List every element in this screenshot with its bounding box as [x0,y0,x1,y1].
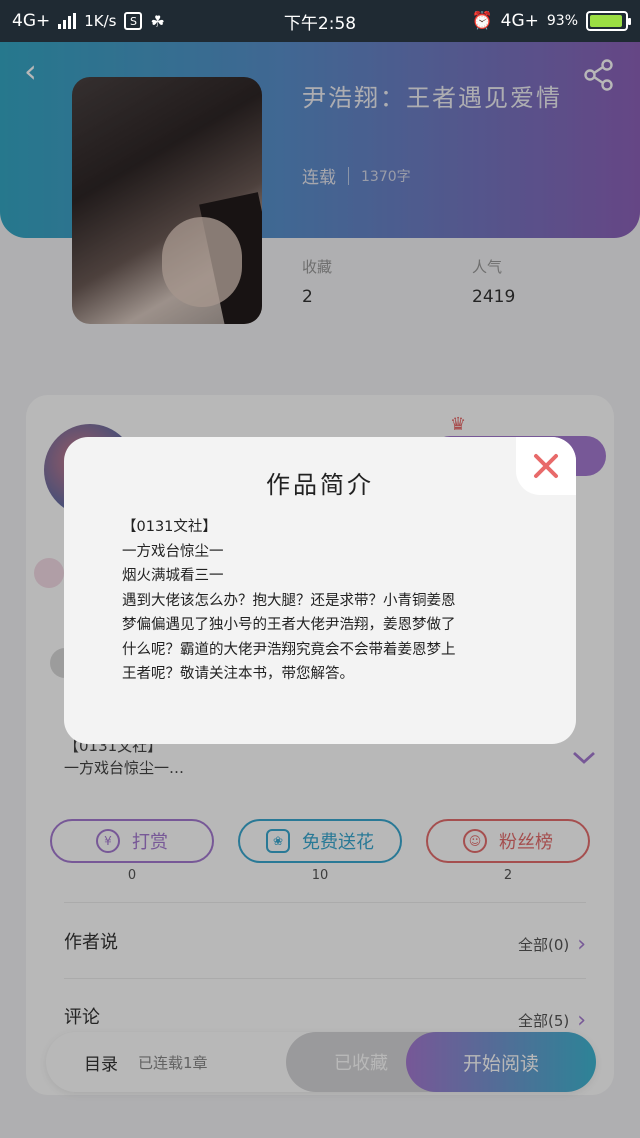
modal-line: 烟火满城看三一 [122,568,224,584]
network-type-left: 4G+ [12,11,51,31]
battery-percent: 93% [546,13,578,29]
modal-title: 作品简介 [266,471,374,499]
modal-line: 梦偏偏遇见了独小号的王者大佬尹浩翔，姜恩梦做了 [122,617,456,633]
modal-line: 什么呢？霸道的大佬尹浩翔究竟会不会带着姜恩梦上 [122,641,456,658]
network-type-right: 4G+ [500,11,539,31]
signal-icon [58,13,77,29]
modal-line: 王者呢？敬请关注本书，带您解答。 [122,666,354,682]
modal-line: 遇到大佬该怎么办？抱大腿？还是求带？小青铜姜恩 [122,592,456,609]
qq-icon: ☘ [150,11,165,31]
intro-modal: 作品简介 【0131文社】 一方戏台惊尘一 烟火满城看三一 遇到大佬该怎么办？抱… [64,437,576,744]
status-bar: 4G+ 1K/s S ☘ 下午2:58 ⏰ 4G+ 93% [0,0,640,42]
modal-line: 一方戏台惊尘一 [122,543,224,560]
close-button[interactable] [516,437,576,495]
modal-body: 【0131文社】 一方戏台惊尘一 烟火满城看三一 遇到大佬该怎么办？抱大腿？还是… [122,515,542,687]
close-icon [534,454,558,478]
modal-line: 【0131文社】 [122,519,217,535]
alarm-off-icon: ⏰ [471,11,493,31]
battery-icon [586,11,631,31]
sim-icon: S [124,12,143,30]
network-speed: 1K/s [84,12,117,30]
